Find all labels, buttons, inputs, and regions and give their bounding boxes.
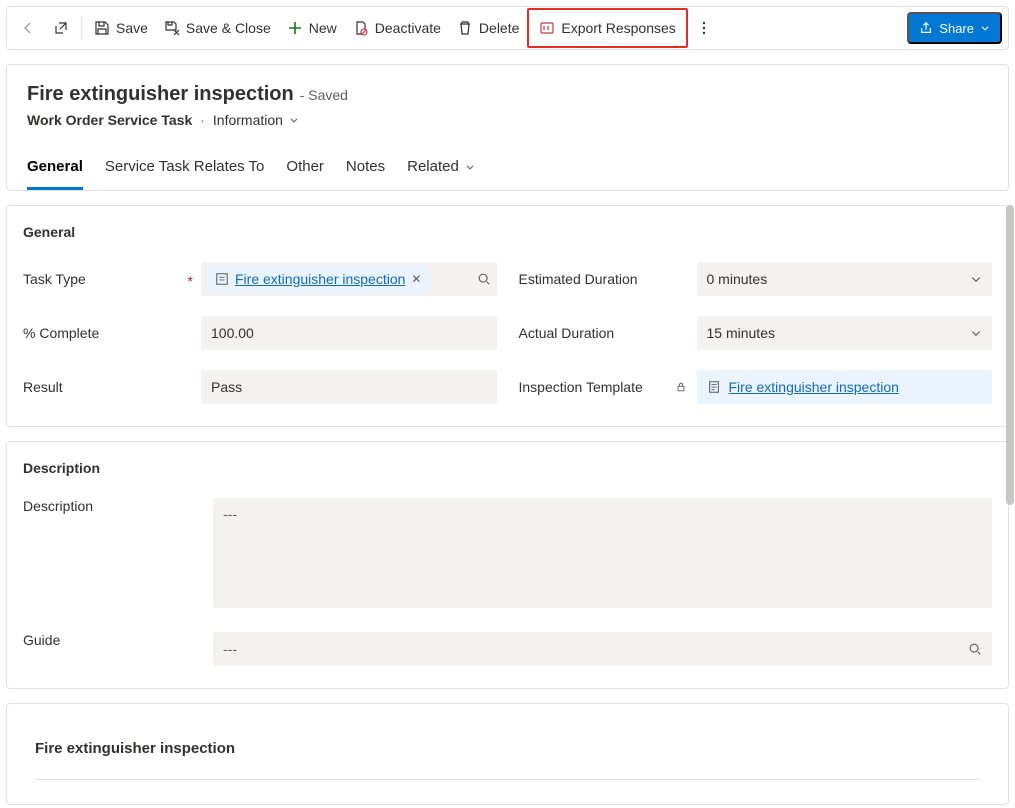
- back-button[interactable]: [13, 12, 45, 44]
- divider: [35, 779, 980, 780]
- task-type-chip: Fire extinguisher inspection ✕: [207, 265, 429, 293]
- act-duration-value: 15 minutes: [707, 325, 775, 341]
- command-bar: Save Save & Close New Deactivate Delete …: [6, 6, 1009, 50]
- task-type-remove[interactable]: ✕: [411, 272, 421, 286]
- section-general-heading: General: [23, 224, 992, 240]
- chevron-down-icon: [465, 162, 475, 172]
- result-value: Pass: [211, 379, 242, 395]
- form-selector[interactable]: Information: [213, 112, 299, 128]
- more-vertical-icon: [696, 20, 712, 36]
- form-tabs: General Service Task Relates To Other No…: [27, 150, 988, 190]
- deactivate-icon: [353, 20, 369, 36]
- new-label: New: [309, 20, 337, 36]
- delete-button[interactable]: Delete: [449, 12, 527, 44]
- save-label: Save: [116, 20, 148, 36]
- act-duration-input[interactable]: 15 minutes: [697, 316, 993, 350]
- form-name: Information: [213, 112, 283, 128]
- task-type-label: Task Type: [23, 271, 86, 287]
- result-label: Result: [23, 379, 63, 395]
- required-indicator: *: [188, 273, 193, 289]
- inspection-responses-title: Fire extinguisher inspection: [35, 740, 980, 757]
- popout-button[interactable]: [45, 12, 77, 44]
- inspection-template-label: Inspection Template: [519, 379, 643, 395]
- chevron-down-icon: [980, 23, 990, 33]
- popout-icon: [53, 20, 69, 36]
- save-close-button[interactable]: Save & Close: [156, 12, 279, 44]
- delete-label: Delete: [479, 20, 519, 36]
- pct-complete-value: 100.00: [211, 325, 254, 341]
- saved-indicator: - Saved: [300, 87, 348, 103]
- deactivate-label: Deactivate: [375, 20, 441, 36]
- field-task-type: Task Type * Fire extinguisher inspection…: [23, 262, 497, 296]
- description-label: Description: [23, 498, 213, 514]
- record-title: Fire extinguisher inspection: [27, 83, 294, 106]
- est-duration-label: Estimated Duration: [519, 271, 638, 287]
- guide-value: ---: [223, 641, 237, 657]
- field-inspection-template: Inspection Template Fire extinguisher in…: [519, 370, 993, 404]
- tab-relates-to[interactable]: Service Task Relates To: [105, 150, 265, 190]
- lock-icon: [675, 381, 687, 393]
- description-input[interactable]: ---: [213, 498, 992, 608]
- save-icon: [94, 20, 110, 36]
- pdf-icon: [539, 20, 555, 36]
- guide-label: Guide: [23, 632, 213, 648]
- tab-general[interactable]: General: [27, 150, 83, 190]
- chevron-down-icon: [289, 115, 299, 125]
- section-description-heading: Description: [23, 460, 992, 476]
- inspection-template-link[interactable]: Fire extinguisher inspection: [729, 379, 899, 395]
- trash-icon: [457, 20, 473, 36]
- save-close-label: Save & Close: [186, 20, 271, 36]
- search-icon: [477, 272, 491, 286]
- chevron-down-icon: [970, 273, 982, 285]
- section-description: Description Description --- Guide ---: [6, 441, 1009, 689]
- act-duration-label: Actual Duration: [519, 325, 615, 341]
- save-button[interactable]: Save: [86, 12, 156, 44]
- field-result: Result Pass: [23, 370, 497, 404]
- record-header: Fire extinguisher inspection - Saved Wor…: [6, 64, 1009, 191]
- plus-icon: [287, 20, 303, 36]
- inspection-responses-section: Fire extinguisher inspection: [6, 703, 1009, 805]
- pct-complete-input[interactable]: 100.00: [201, 316, 497, 350]
- share-button[interactable]: Share: [907, 12, 1002, 44]
- deactivate-button[interactable]: Deactivate: [345, 12, 449, 44]
- arrow-left-icon: [21, 20, 37, 36]
- export-responses-label: Export Responses: [561, 20, 675, 36]
- description-value: ---: [223, 506, 237, 522]
- field-actual-duration: Actual Duration 15 minutes: [519, 316, 993, 350]
- search-icon: [968, 642, 982, 656]
- scrollbar[interactable]: [1006, 205, 1014, 505]
- task-type-lookup[interactable]: Fire extinguisher inspection ✕: [201, 262, 497, 296]
- task-type-entity-icon: [215, 272, 229, 286]
- result-input[interactable]: Pass: [201, 370, 497, 404]
- export-responses-button[interactable]: Export Responses: [531, 12, 683, 44]
- share-label: Share: [939, 21, 974, 36]
- est-duration-value: 0 minutes: [707, 271, 768, 287]
- tab-notes[interactable]: Notes: [346, 150, 385, 190]
- separator-dot: ·: [200, 112, 205, 128]
- separator: [81, 16, 82, 40]
- entity-name: Work Order Service Task: [27, 112, 192, 128]
- inspection-template-lookup[interactable]: Fire extinguisher inspection: [697, 370, 993, 404]
- export-responses-highlight: Export Responses: [527, 8, 687, 48]
- save-close-icon: [164, 20, 180, 36]
- pct-complete-label: % Complete: [23, 325, 99, 341]
- guide-lookup[interactable]: ---: [213, 632, 992, 666]
- field-estimated-duration: Estimated Duration 0 minutes: [519, 262, 993, 296]
- tab-other[interactable]: Other: [286, 150, 324, 190]
- new-button[interactable]: New: [279, 12, 345, 44]
- field-pct-complete: % Complete 100.00: [23, 316, 497, 350]
- share-icon: [919, 21, 933, 35]
- chevron-down-icon: [970, 327, 982, 339]
- task-type-link[interactable]: Fire extinguisher inspection: [235, 271, 405, 287]
- overflow-button[interactable]: [688, 12, 720, 44]
- est-duration-input[interactable]: 0 minutes: [697, 262, 993, 296]
- section-general: General Task Type * Fire extinguisher in…: [6, 205, 1009, 427]
- inspection-entity-icon: [707, 380, 721, 394]
- tab-related[interactable]: Related: [407, 150, 475, 190]
